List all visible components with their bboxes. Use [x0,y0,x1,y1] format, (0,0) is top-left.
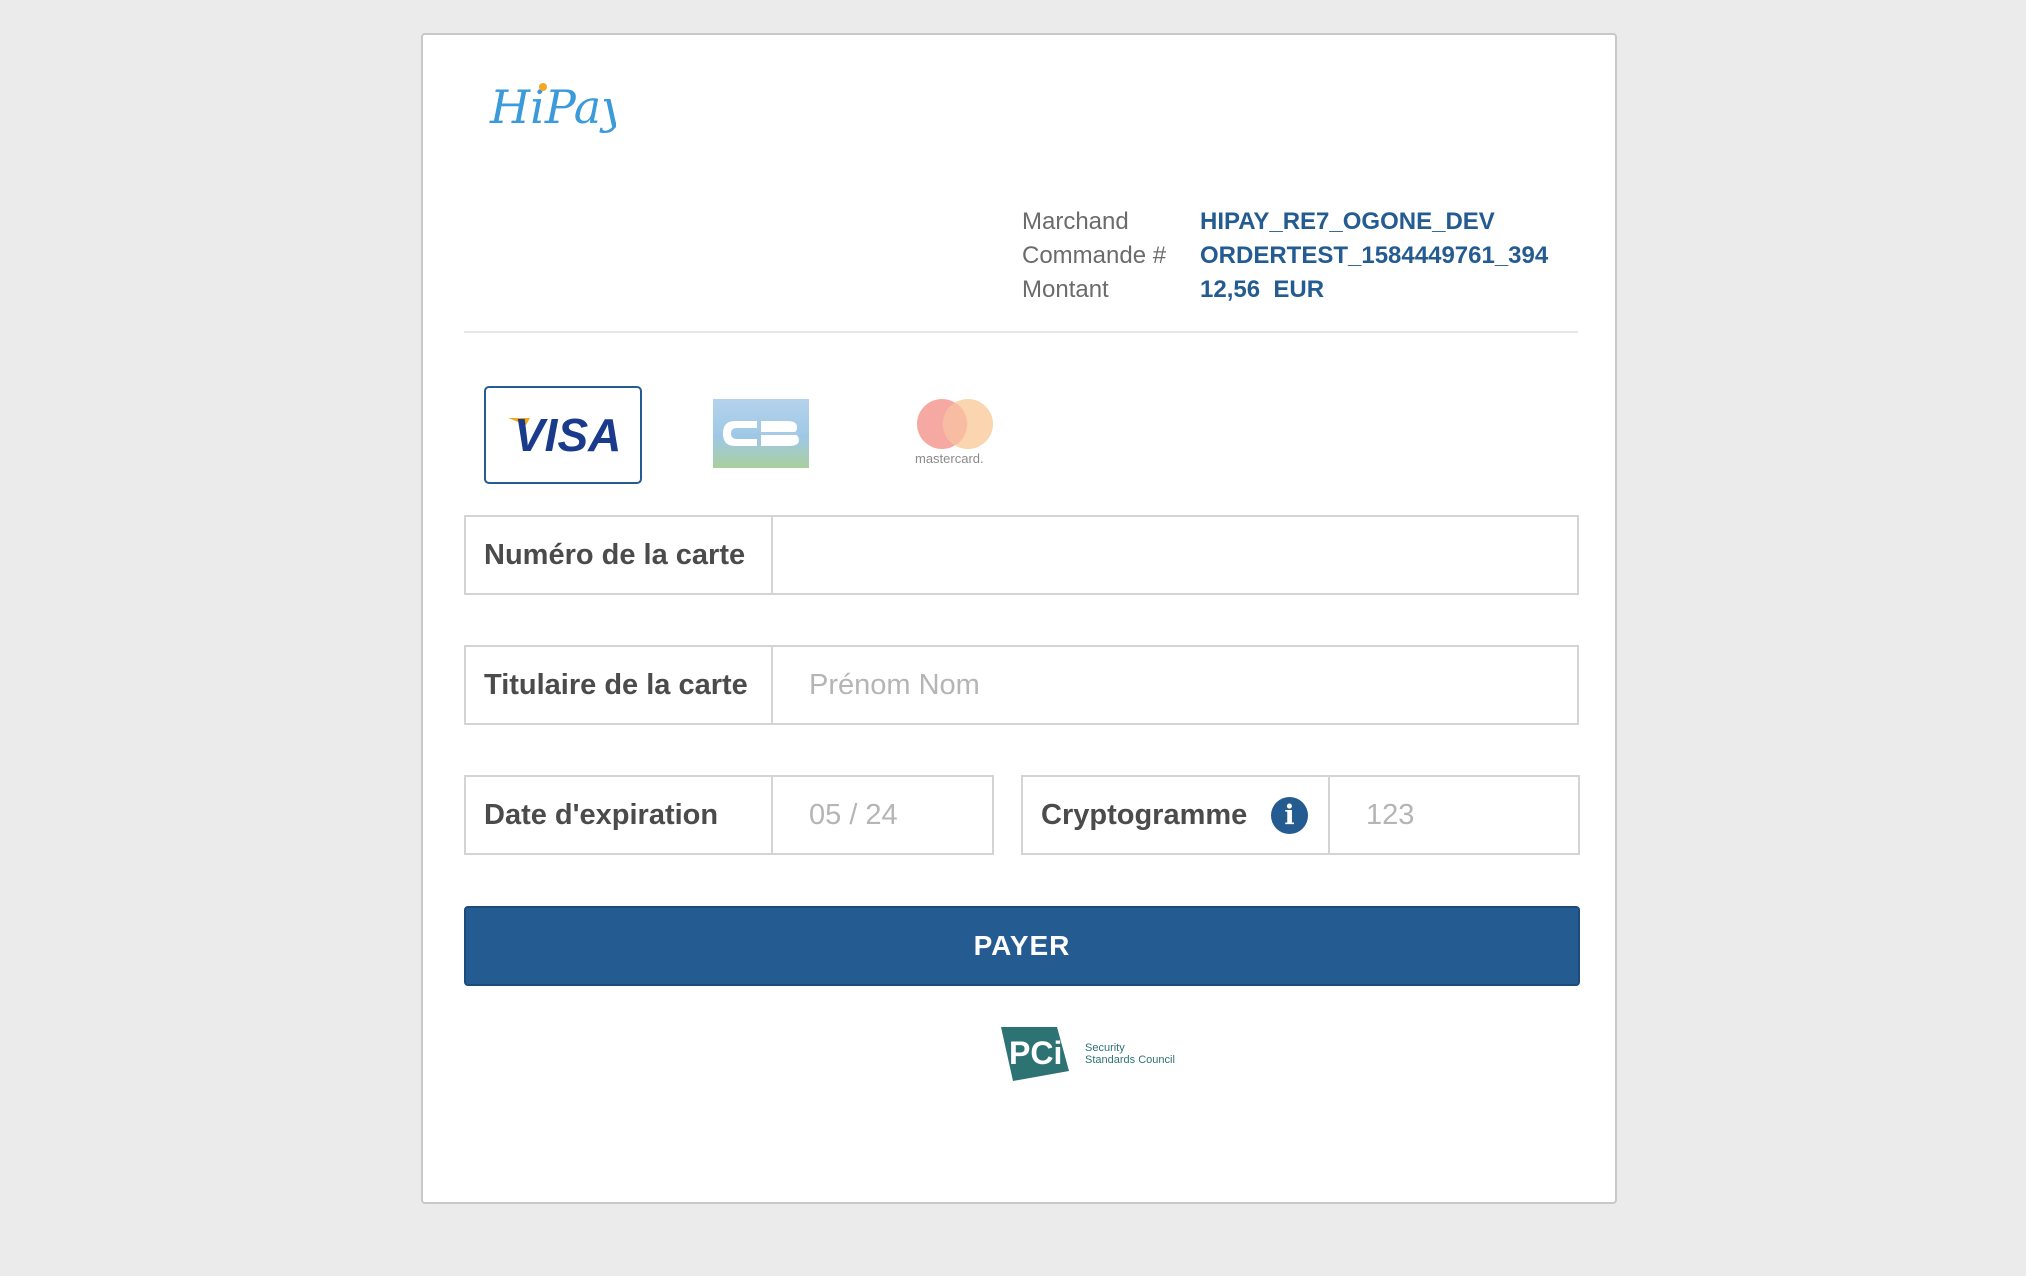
expiry-input[interactable] [773,777,992,853]
hipay-logo: HiPay [489,80,616,134]
pci-logo: PCi Security Standards Council [1001,1027,1175,1081]
card-number-label: Numéro de la carte [466,517,773,593]
card-brand-cb[interactable]: CB [713,399,809,468]
card-holder-label: Titulaire de la carte [466,647,773,723]
visa-logo-text: VISA [514,409,621,461]
amount-row: Montant 12,56 EUR [1022,273,1548,307]
amount-label: Montant [1022,276,1109,303]
card-holder-field: Titulaire de la carte [464,645,1579,725]
cvv-label-cell: Cryptogramme i [1023,777,1330,853]
hipay-logo-dot [539,83,547,91]
mastercard-logo-icon: mastercard. [915,399,993,466]
expiry-label: Date d'expiration [466,777,773,853]
mastercard-logo-text: mastercard. [915,451,984,466]
pci-text-line1: Security [1085,1042,1125,1054]
hipay-logo-text: HiPay [489,80,616,134]
order-value: ORDERTEST_1584449761_394 [1200,242,1549,269]
card-number-input[interactable] [773,517,1577,593]
order-label: Commande # [1022,242,1167,269]
visa-logo-icon: VISA [508,409,621,461]
cvv-input[interactable] [1330,777,1578,853]
merchant-value: HIPAY_RE7_OGONE_DEV [1200,208,1495,235]
cvv-label: Cryptogramme [1041,798,1248,831]
cb-logo-icon: CB [713,399,809,468]
info-icon[interactable]: i [1271,796,1308,834]
order-row: Commande # ORDERTEST_1584449761_394 [1022,239,1548,273]
header-divider [464,331,1578,333]
card-brand-visa[interactable]: VISA [484,386,642,484]
card-brand-mastercard[interactable]: mastercard. [911,397,1001,467]
merchant-label: Marchand [1022,208,1129,235]
pay-button[interactable]: PAYER [464,906,1580,986]
pci-text-line2: Standards Council [1085,1054,1175,1066]
merchant-row: Marchand HIPAY_RE7_OGONE_DEV [1022,205,1548,239]
card-number-field: Numéro de la carte [464,515,1579,595]
expiry-field: Date d'expiration [464,775,994,855]
amount-value: 12,56 EUR [1200,276,1325,303]
cvv-field: Cryptogramme i [1021,775,1580,855]
order-summary: Marchand HIPAY_RE7_OGONE_DEV Commande # … [1022,205,1548,307]
pci-mark-text: PCi [1009,1035,1062,1071]
card-holder-input[interactable] [773,647,1577,723]
payment-card: HiPay Marchand HIPAY_RE7_OGONE_DEV Comma… [421,33,1617,1204]
